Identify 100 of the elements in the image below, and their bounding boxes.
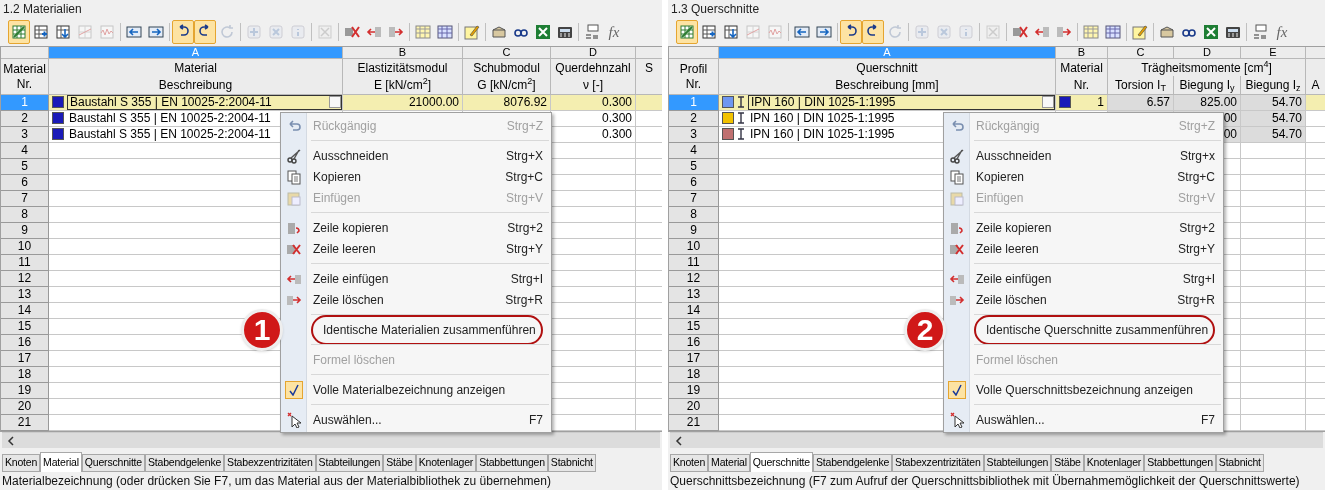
- toolbar-button[interactable]: [8, 19, 30, 44]
- sheet-tab[interactable]: Stäbe: [1051, 454, 1084, 472]
- menu-item[interactable]: Zeile einfügen Strg+I: [974, 268, 1215, 289]
- column-letter[interactable]: E: [1241, 46, 1306, 59]
- scissors-icon: [286, 147, 302, 164]
- menu-item[interactable]: Zeile kopieren Strg+2: [311, 217, 543, 238]
- arrow-left-icon: [126, 23, 142, 40]
- table-icon: [11, 23, 27, 40]
- header-text: Material: [3, 61, 46, 77]
- sheet-tab[interactable]: Stabbettungen: [1144, 454, 1216, 472]
- pointer-icon: [949, 411, 965, 428]
- sheet-tab[interactable]: Knotenlager: [415, 454, 477, 472]
- cell-editor[interactable]: Baustahl S 355 | EN 10025-2:2004-11: [67, 94, 342, 110]
- sheet-tab[interactable]: Stabexzentrizitäten: [892, 454, 984, 472]
- cell-text: 1: [1096, 94, 1105, 110]
- table-icon: [77, 23, 93, 40]
- menu-item[interactable]: Identische Querschnitte zusammenführen: [974, 314, 1215, 345]
- menu-item[interactable]: Zeile löschen Strg+R: [974, 289, 1215, 310]
- pointer-icon: [286, 411, 302, 428]
- pencil-icon: [1132, 23, 1148, 40]
- sheet-tab[interactable]: Stabnicht: [547, 454, 596, 472]
- cell-editor[interactable]: IPN 160 | DIN 1025-1:1995: [748, 94, 1055, 110]
- header-text: Nr.: [16, 76, 33, 92]
- column-letter[interactable]: B: [343, 46, 463, 59]
- column-letter[interactable]: [1306, 46, 1325, 59]
- sheet-tab[interactable]: Stabbettungen: [476, 454, 548, 472]
- toolbar-button[interactable]: [194, 19, 216, 44]
- header-text: Nr.: [685, 76, 702, 92]
- delete-icon: [985, 23, 1001, 40]
- menu-item[interactable]: Kopieren Strg+C: [311, 166, 543, 187]
- menu-item[interactable]: Ausschneiden Strg+x: [974, 145, 1215, 166]
- i-beam-icon: [737, 112, 745, 125]
- scroll-left-icon[interactable]: [673, 435, 685, 446]
- sheet-tab[interactable]: Material: [40, 452, 82, 472]
- spreadsheet-icon: [535, 23, 551, 40]
- table-icon: [415, 23, 431, 40]
- sheet-tab[interactable]: Stabendgelenke: [813, 454, 893, 472]
- menu-item[interactable]: Auswählen... F7: [974, 409, 1215, 430]
- pencil-icon: [464, 23, 480, 40]
- cell-text: Baustahl S 355 | EN 10025-2:2004-11: [68, 126, 271, 142]
- menu-item[interactable]: Kopieren Strg+C: [974, 166, 1215, 187]
- undo-icon: [949, 117, 965, 134]
- toolbar-button[interactable]: [862, 19, 884, 44]
- sheet-tab[interactable]: Knotenlager: [1083, 454, 1145, 472]
- toolbar-button[interactable]: fx: [1271, 19, 1293, 44]
- wave-icon: [99, 23, 115, 40]
- menu-item[interactable]: Zeile kopieren Strg+2: [974, 217, 1215, 238]
- column-letter[interactable]: D: [551, 46, 636, 59]
- sheet-tab[interactable]: Knoten: [2, 454, 41, 472]
- window-title: 1.3 Querschnitte: [670, 1, 761, 18]
- scroll-left-icon[interactable]: [5, 435, 17, 446]
- status-text: Querschnittsbezeichnung (F7 zum Aufruf der Querschnittsbibliothek mit Übernahmemöglichkeit der Querschnittswerte): [670, 473, 1300, 490]
- toolbar-button[interactable]: [676, 19, 698, 44]
- table-icon: [745, 23, 761, 40]
- menu-item[interactable]: Auswählen... F7: [311, 409, 543, 430]
- menu-item[interactable]: Zeile einfügen Strg+I: [311, 268, 543, 289]
- toolbar-button[interactable]: [840, 19, 862, 44]
- arrow-right-icon: [816, 23, 832, 40]
- menu-item[interactable]: Ausschneiden Strg+X: [311, 145, 543, 166]
- delete-icon: [317, 23, 333, 40]
- cross-icon: [936, 23, 952, 40]
- horizontal-scrollbar[interactable]: [2, 432, 660, 448]
- cell-text: IPN 160 | DIN 1025-1:1995: [749, 110, 895, 126]
- sheet-tab[interactable]: Querschnitte: [749, 452, 813, 472]
- table-icon: [1083, 23, 1099, 40]
- horizontal-scrollbar[interactable]: [670, 432, 1323, 448]
- column-letter[interactable]: C: [1108, 46, 1174, 59]
- refresh-icon: [887, 23, 903, 40]
- menu-item[interactable]: Zeile leeren Strg+Y: [974, 238, 1215, 259]
- column-letter[interactable]: D: [1174, 46, 1241, 59]
- sheet-tab[interactable]: Stabnicht: [1215, 454, 1264, 472]
- sheet-tab[interactable]: Querschnitte: [81, 454, 145, 472]
- sheet-tab[interactable]: Material: [708, 454, 750, 472]
- dropdown-button[interactable]: [1042, 96, 1054, 109]
- paste-icon: [286, 189, 302, 206]
- i-beam-icon: [737, 96, 745, 109]
- copy-icon: [286, 168, 302, 185]
- dropdown-button[interactable]: [329, 96, 341, 109]
- menu-item[interactable]: Volle Querschnittsbezeichnung anzeigen: [974, 379, 1215, 400]
- cell-text: Baustahl S 355 | EN 10025-2:2004-11: [68, 110, 271, 126]
- sheet-tab[interactable]: Stabexzentrizitäten: [224, 454, 316, 472]
- table-icon: [723, 23, 739, 40]
- sheet-tab[interactable]: Stabendgelenke: [145, 454, 225, 472]
- sheet-tab[interactable]: Stäbe: [383, 454, 416, 472]
- column-letter[interactable]: C: [463, 46, 551, 59]
- i-beam-icon: [737, 128, 745, 141]
- sheet-tab[interactable]: Stabteilungen: [315, 454, 384, 472]
- sheet-tab[interactable]: Stabteilungen: [983, 454, 1052, 472]
- info-icon: [290, 23, 306, 40]
- column-letter[interactable]: B: [1056, 46, 1108, 59]
- spreadsheet-icon: [1203, 23, 1219, 40]
- menu-item[interactable]: Identische Materialien zusammenführen: [311, 314, 543, 345]
- toolbar-button[interactable]: [172, 19, 194, 44]
- menu-item[interactable]: Zeile leeren Strg+Y: [311, 238, 543, 259]
- toolbar-button[interactable]: fx: [603, 19, 625, 44]
- sheet-tab[interactable]: Knoten: [670, 454, 709, 472]
- menu-item[interactable]: Volle Materialbezeichnung anzeigen: [311, 379, 543, 400]
- menu-item[interactable]: Zeile löschen Strg+R: [311, 289, 543, 310]
- text-field-icon: [1252, 23, 1268, 40]
- column-letter[interactable]: [636, 46, 662, 59]
